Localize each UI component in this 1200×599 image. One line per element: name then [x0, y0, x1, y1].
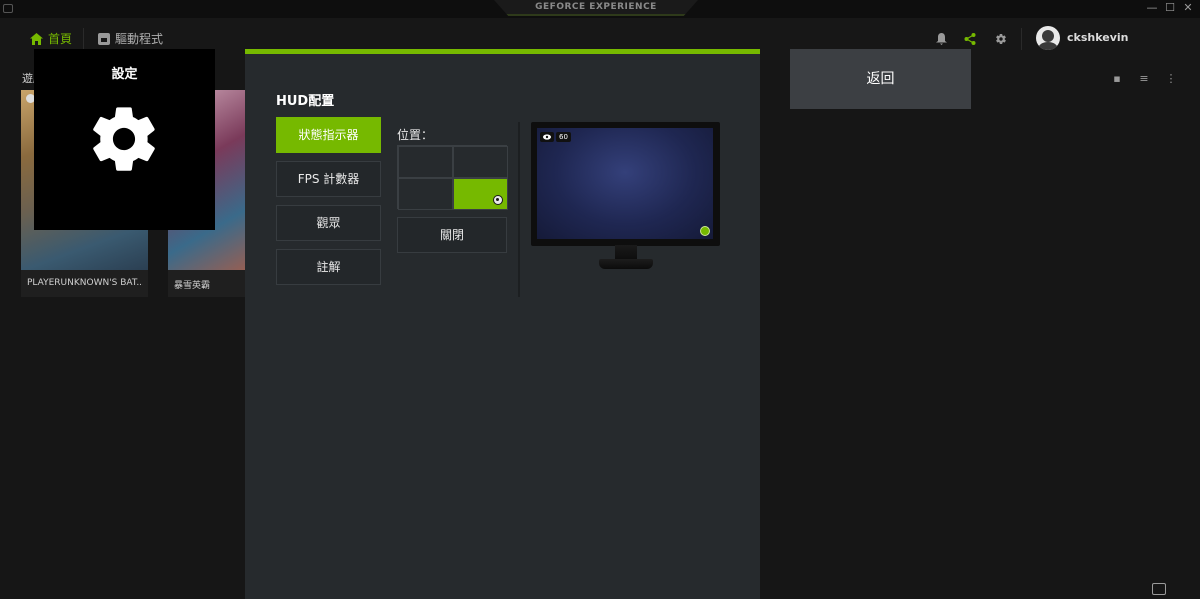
- more-options-icon[interactable]: ⋮: [1164, 72, 1178, 85]
- panel-title: HUD配置: [276, 94, 335, 109]
- nav-drivers-label: 驅動程式: [115, 32, 164, 46]
- tab-fps-counter[interactable]: FPS 計數器: [276, 161, 381, 197]
- nav-divider-right: [1021, 28, 1022, 50]
- eye-icon: [540, 132, 554, 142]
- close-window-button[interactable]: ✕: [1180, 1, 1196, 15]
- bell-icon[interactable]: [933, 31, 949, 47]
- nav-home-label: 首頁: [48, 32, 73, 46]
- tab-notes[interactable]: 註解: [276, 249, 381, 285]
- game-title: PLAYERUNKNOWN'S BAT...: [27, 278, 143, 288]
- username[interactable]: ckshkevin: [1067, 31, 1128, 44]
- title-bar: GEFORCE EXPERIENCE — ☐ ✕: [0, 0, 1200, 18]
- home-icon: [30, 33, 43, 45]
- status-indicator-icon: [493, 195, 503, 205]
- grid-view-icon[interactable]: ▪: [1110, 72, 1124, 85]
- feedback-icon[interactable]: [1152, 583, 1166, 595]
- position-grid: [397, 145, 508, 210]
- share-icon[interactable]: [962, 31, 978, 47]
- preview-fps: 60: [556, 132, 571, 142]
- back-button[interactable]: 返回: [790, 49, 971, 109]
- monitor-stand: [615, 245, 637, 259]
- app-title: GEFORCE EXPERIENCE: [494, 0, 698, 16]
- position-label: 位置：: [397, 128, 434, 142]
- panel-divider: [518, 122, 520, 297]
- gear-icon[interactable]: [993, 31, 1009, 47]
- monitor-base: [599, 259, 653, 269]
- tab-status-indicator[interactable]: 狀態指示器: [276, 117, 381, 153]
- tab-audience[interactable]: 觀眾: [276, 205, 381, 241]
- gear-icon: [93, 107, 155, 171]
- position-bottom-right[interactable]: [453, 178, 508, 210]
- monitor-preview: 60: [531, 122, 720, 246]
- nav-home[interactable]: 首頁: [30, 30, 72, 48]
- nav-divider: [83, 28, 84, 50]
- settings-title: 設定: [111, 67, 138, 82]
- position-top-right[interactable]: [453, 146, 508, 178]
- settings-tile[interactable]: 設定: [34, 49, 215, 230]
- position-top-left[interactable]: [398, 146, 453, 178]
- avatar[interactable]: [1036, 26, 1060, 50]
- off-button[interactable]: 關閉: [397, 217, 507, 253]
- minimize-button[interactable]: —: [1144, 1, 1160, 15]
- filter-icon[interactable]: ≡: [1137, 72, 1151, 85]
- preview-screen: 60: [537, 128, 713, 239]
- preview-status-indicator-icon: [700, 226, 710, 236]
- maximize-button[interactable]: ☐: [1162, 1, 1178, 15]
- driver-icon: [98, 33, 110, 45]
- position-bottom-left[interactable]: [398, 178, 453, 210]
- nav-drivers[interactable]: 驅動程式: [98, 30, 163, 48]
- hud-config-panel: HUD配置 狀態指示器 FPS 計數器 觀眾 註解 位置： 關閉 60: [245, 49, 760, 599]
- nvidia-logo-icon: [3, 4, 13, 13]
